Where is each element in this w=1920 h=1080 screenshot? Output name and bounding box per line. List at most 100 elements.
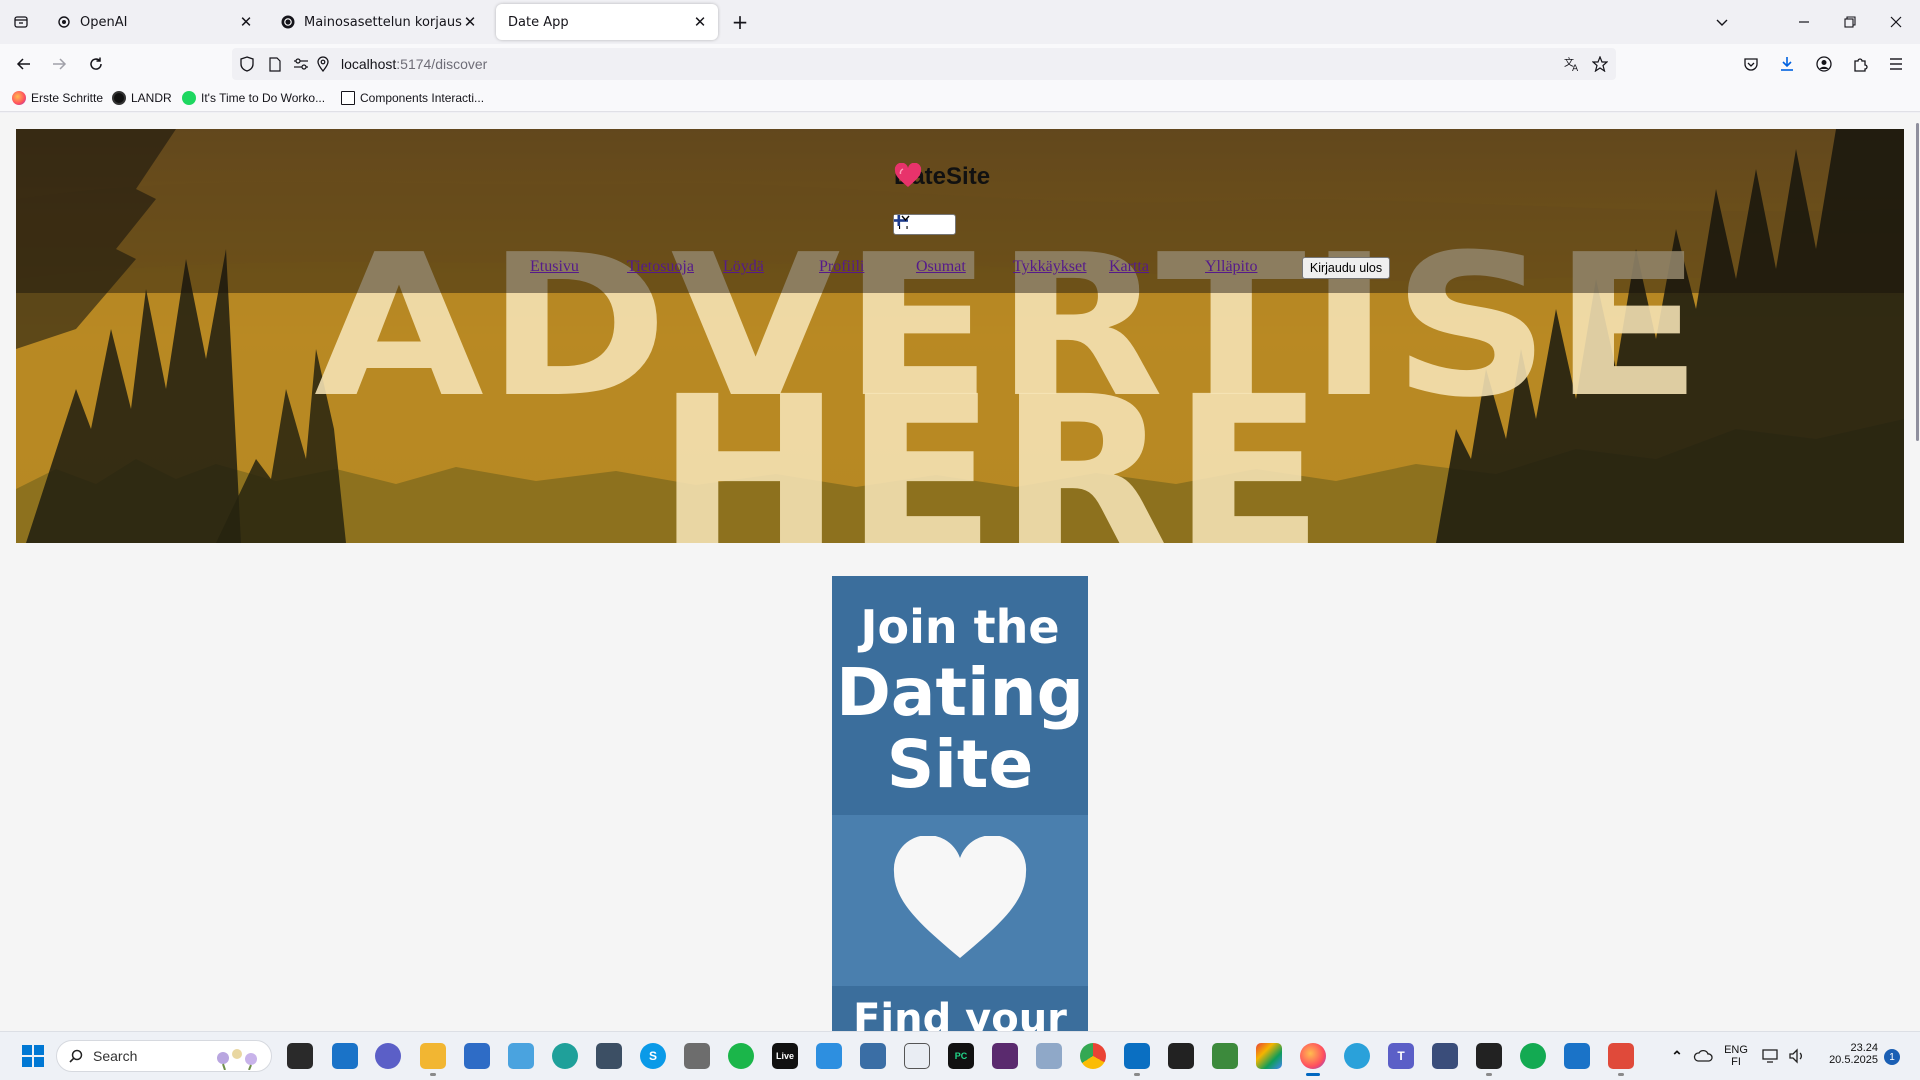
openai-icon bbox=[56, 14, 72, 30]
calculator-icon[interactable] bbox=[596, 1043, 622, 1069]
heart-icon bbox=[893, 836, 1027, 958]
page-scrollbar[interactable] bbox=[1914, 113, 1920, 1031]
bookmark-landr[interactable]: LANDR bbox=[112, 89, 172, 107]
page-icon[interactable] bbox=[266, 55, 284, 73]
postgres-icon[interactable] bbox=[1432, 1043, 1458, 1069]
list-all-tabs-icon[interactable] bbox=[1708, 8, 1736, 36]
mongodb-icon[interactable] bbox=[1520, 1043, 1546, 1069]
chevron-up-icon[interactable]: ⌃ bbox=[1664, 1043, 1690, 1069]
extensions-icon[interactable] bbox=[1846, 50, 1874, 78]
tab-mainosasettelun[interactable]: Mainosasettelun korjaus ✕ bbox=[268, 4, 488, 40]
search-icon bbox=[69, 1049, 83, 1063]
volume-icon[interactable] bbox=[1784, 1043, 1810, 1069]
clock-time: 23.24 bbox=[1850, 1042, 1878, 1054]
reload-icon[interactable] bbox=[82, 50, 110, 78]
teams-chat-icon[interactable] bbox=[375, 1043, 401, 1069]
python-icon[interactable] bbox=[1036, 1043, 1062, 1069]
dating-site-banner-ad[interactable]: Join the Dating Site Find your bbox=[832, 576, 1088, 1031]
notification-badge[interactable]: 1 bbox=[1884, 1049, 1900, 1065]
language-select[interactable]: FI bbox=[893, 214, 956, 235]
file-explorer-icon[interactable] bbox=[420, 1043, 446, 1069]
banner-text-line3: Site bbox=[886, 726, 1034, 803]
close-icon[interactable]: ✕ bbox=[238, 13, 254, 31]
skype-icon[interactable]: S bbox=[640, 1043, 666, 1069]
forward-icon[interactable] bbox=[45, 50, 73, 78]
microsoft-store-icon[interactable] bbox=[464, 1043, 490, 1069]
network-icon[interactable] bbox=[1758, 1043, 1784, 1069]
hero-advertisement[interactable]: ADVERTISE HERE DateSite FI Etusiv bbox=[16, 129, 1904, 543]
console-icon[interactable] bbox=[1476, 1043, 1502, 1069]
url-text[interactable]: localhost:5174/discover bbox=[341, 56, 487, 72]
windows-start-icon[interactable] bbox=[20, 1043, 46, 1069]
location-icon[interactable] bbox=[314, 55, 332, 73]
settings-app-icon[interactable] bbox=[860, 1043, 886, 1069]
bookmark-label: Components Interacti... bbox=[360, 91, 485, 105]
bookmark-workout[interactable]: It's Time to Do Worko... bbox=[182, 89, 325, 107]
shield-icon[interactable] bbox=[238, 55, 256, 73]
tab-title: OpenAI bbox=[80, 14, 128, 30]
firefox-icon[interactable] bbox=[1300, 1043, 1326, 1069]
bookmark-components[interactable]: Components Interacti... bbox=[341, 89, 484, 107]
translate-icon[interactable]: 文A bbox=[1563, 55, 1581, 73]
task-view-icon[interactable] bbox=[287, 1043, 313, 1069]
bookmark-star-icon[interactable] bbox=[1591, 55, 1609, 73]
close-icon[interactable]: ✕ bbox=[692, 13, 708, 31]
logout-button[interactable]: Kirjaudu ulos bbox=[1302, 257, 1390, 279]
nav-link-tykkaykset[interactable]: Tykkäykset bbox=[1013, 258, 1087, 276]
edge-icon[interactable] bbox=[552, 1043, 578, 1069]
teams-icon[interactable]: T bbox=[1388, 1043, 1414, 1069]
close-icon[interactable]: ✕ bbox=[462, 13, 478, 31]
permissions-icon[interactable] bbox=[292, 55, 310, 73]
scrollbar-thumb[interactable] bbox=[1916, 123, 1919, 441]
widgets-icon[interactable] bbox=[332, 1043, 358, 1069]
vscode-icon[interactable] bbox=[1124, 1043, 1150, 1069]
clock[interactable]: 23.24 20.5.2025 bbox=[1816, 1042, 1878, 1066]
chatgpt-app-icon[interactable] bbox=[904, 1043, 930, 1069]
nav-link-osumat[interactable]: Osumat bbox=[916, 258, 966, 276]
page-icon bbox=[341, 91, 355, 105]
bookmark-erste-schritte[interactable]: Erste Schritte bbox=[12, 89, 103, 107]
new-tab-button[interactable]: + bbox=[728, 10, 752, 34]
pocket-icon[interactable] bbox=[1737, 50, 1765, 78]
whatsapp-icon[interactable] bbox=[728, 1043, 754, 1069]
pycharm-icon[interactable]: PC bbox=[948, 1043, 974, 1069]
snipping-tool-icon[interactable] bbox=[1608, 1043, 1634, 1069]
telegram-icon[interactable] bbox=[1344, 1043, 1370, 1069]
menu-icon[interactable] bbox=[1882, 50, 1910, 78]
input-language-indicator[interactable]: ENG FI bbox=[1722, 1044, 1750, 1068]
ableton-live-icon[interactable]: Live bbox=[772, 1043, 798, 1069]
account-icon[interactable] bbox=[1810, 50, 1838, 78]
nav-link-tietosuoja[interactable]: Tietosuoja bbox=[627, 258, 694, 276]
finder-app-icon[interactable] bbox=[816, 1043, 842, 1069]
tab-date-app[interactable]: Date App ✕ bbox=[496, 4, 718, 40]
close-window-icon[interactable] bbox=[1882, 8, 1910, 36]
tab-openai[interactable]: OpenAI ✕ bbox=[44, 4, 264, 40]
taskbar-search-input[interactable]: Search bbox=[56, 1040, 272, 1072]
nav-link-yllapito[interactable]: Ylläpito bbox=[1205, 258, 1257, 276]
gemini-icon[interactable] bbox=[1256, 1043, 1282, 1069]
restore-icon[interactable] bbox=[1836, 8, 1864, 36]
downloads-icon[interactable] bbox=[1773, 50, 1801, 78]
address-bar[interactable]: localhost:5174/discover 文A bbox=[232, 48, 1616, 80]
music-app-icon[interactable] bbox=[992, 1043, 1018, 1069]
minimize-icon[interactable] bbox=[1790, 8, 1818, 36]
back-icon[interactable] bbox=[10, 50, 38, 78]
nodejs-icon[interactable] bbox=[1212, 1043, 1238, 1069]
nav-link-etusivu[interactable]: Etusivu bbox=[530, 258, 579, 276]
page-viewport: ADVERTISE HERE DateSite FI Etusiv bbox=[0, 113, 1920, 1031]
microphone-icon[interactable] bbox=[684, 1043, 710, 1069]
nav-link-profiili[interactable]: Profiili bbox=[819, 258, 864, 276]
search-placeholder: Search bbox=[93, 1048, 138, 1064]
firefox-icon bbox=[12, 91, 26, 105]
language-top: ENG bbox=[1724, 1044, 1748, 1056]
onedrive-icon[interactable] bbox=[1690, 1043, 1716, 1069]
tab-list-icon[interactable] bbox=[8, 9, 34, 35]
chrome-icon[interactable] bbox=[1080, 1043, 1106, 1069]
landr-icon bbox=[112, 91, 126, 105]
notepad-icon[interactable] bbox=[1564, 1043, 1590, 1069]
nav-link-kartta[interactable]: Kartta bbox=[1109, 258, 1149, 276]
nav-link-loyda[interactable]: Löydä bbox=[723, 258, 764, 276]
remote-desktop-icon[interactable] bbox=[508, 1043, 534, 1069]
terminal-icon[interactable] bbox=[1168, 1043, 1194, 1069]
site-brand[interactable]: DateSite bbox=[894, 163, 990, 191]
